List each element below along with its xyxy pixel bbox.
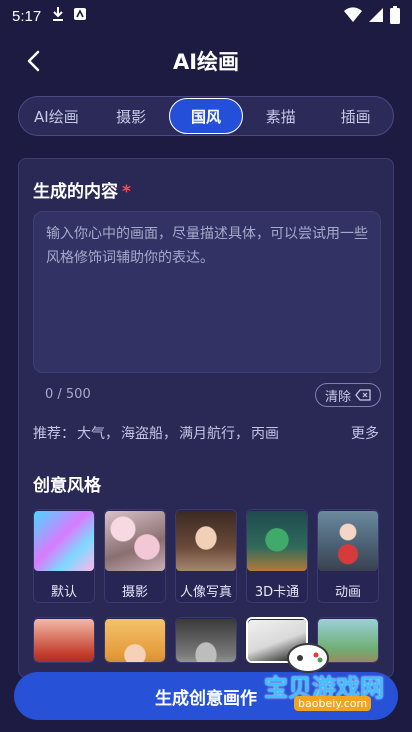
style-thumb xyxy=(34,619,94,662)
content-panel: 生成的内容 * 输入你心中的画面，尽量描述具体，可以尝试用一些风格修饰词辅助你的表… xyxy=(18,158,394,678)
prompt-title-text: 生成的内容 xyxy=(33,182,118,202)
style-card[interactable] xyxy=(33,617,95,663)
signal-icon xyxy=(368,7,384,27)
style-card-default[interactable]: 默认 xyxy=(33,509,95,603)
required-mark: * xyxy=(122,182,131,202)
watermark-url: baobeiy.com xyxy=(294,696,372,711)
style-card[interactable] xyxy=(175,617,237,663)
watermark: 宝贝游戏网 baobeiy.com xyxy=(238,640,388,716)
clear-button[interactable]: 清除 xyxy=(315,383,381,407)
style-label: 默认 xyxy=(50,585,77,600)
clear-label: 清除 xyxy=(324,389,351,405)
tab-sketch[interactable]: 素描 xyxy=(244,98,318,134)
style-label: 动画 xyxy=(334,585,361,600)
app-notification-icon xyxy=(73,7,87,25)
battery-icon xyxy=(390,6,400,28)
style-thumb-3d-cartoon xyxy=(247,511,307,571)
tab-illustration[interactable]: 插画 xyxy=(319,98,393,134)
style-thumb xyxy=(105,619,165,662)
style-card[interactable] xyxy=(104,617,166,663)
char-counter: 0 / 500 xyxy=(45,387,91,402)
recommend-item[interactable]: 满月航行， xyxy=(179,426,249,442)
style-label: 摄影 xyxy=(121,585,148,600)
status-bar: 5:17 xyxy=(0,0,412,32)
recommend-item[interactable]: 大气， xyxy=(77,426,119,442)
style-thumb-default xyxy=(34,511,94,571)
style-card-photography[interactable]: 摄影 xyxy=(104,509,166,603)
style-card-portrait[interactable]: 人像写真 xyxy=(175,509,237,603)
style-label: 人像写真 xyxy=(179,585,232,600)
style-thumb-portrait xyxy=(176,511,236,571)
prompt-section-title: 生成的内容 * xyxy=(33,177,131,202)
prompt-placeholder: 输入你心中的画面，尽量描述具体，可以尝试用一些风格修饰词辅助你的表达。 xyxy=(46,226,368,266)
recommend-item[interactable]: 海盗船， xyxy=(121,426,177,442)
more-button[interactable]: 更多 xyxy=(351,423,379,443)
download-icon xyxy=(51,6,65,26)
style-thumb xyxy=(176,619,236,662)
page-title: AI绘画 xyxy=(172,50,240,74)
recommend-prefix: 推荐： xyxy=(33,426,75,442)
style-thumb-photography xyxy=(105,511,165,571)
eraser-icon xyxy=(355,389,371,401)
recommend-row: 推荐： 大气， 海盗船， 满月航行， 丙画 xyxy=(33,423,281,443)
style-tabs: AI绘画 摄影 国风 素描 插画 xyxy=(18,96,394,136)
status-time: 5:17 xyxy=(12,7,42,25)
styles-section-title: 创意风格 xyxy=(33,476,101,496)
title-bar: AI绘画 xyxy=(0,38,412,82)
style-label: 3D卡通 xyxy=(254,585,300,600)
prompt-input[interactable]: 输入你心中的画面，尽量描述具体，可以尝试用一些风格修饰词辅助你的表达。 xyxy=(33,211,381,373)
tab-guofeng[interactable]: 国风 xyxy=(168,98,243,134)
wifi-icon xyxy=(344,7,362,27)
tab-ai-painting[interactable]: AI绘画 xyxy=(19,98,93,134)
recommend-item[interactable]: 丙画 xyxy=(251,426,279,442)
style-card-3d-cartoon[interactable]: 3D卡通 xyxy=(246,509,308,603)
style-thumb-animation xyxy=(318,511,378,571)
style-card-animation[interactable]: 动画 xyxy=(317,509,379,603)
tab-photography[interactable]: 摄影 xyxy=(94,98,168,134)
